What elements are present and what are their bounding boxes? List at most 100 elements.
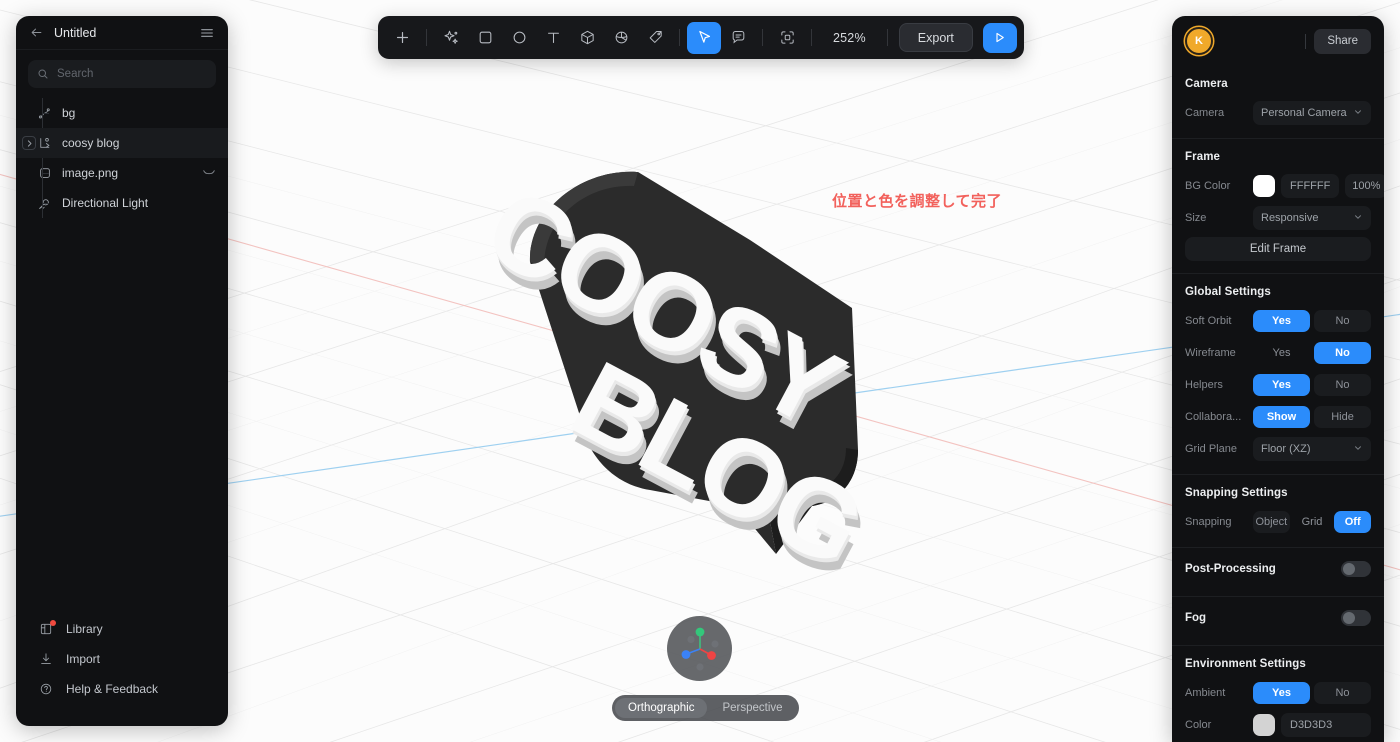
sphere-icon[interactable]	[604, 22, 638, 54]
env-color-hex-input[interactable]: D3D3D3	[1281, 713, 1371, 737]
sparkle-ai-icon[interactable]	[434, 22, 468, 54]
sidebar-footer-label: Help & Feedback	[66, 681, 159, 696]
snapping-object[interactable]: Object	[1253, 511, 1290, 533]
tree-guide-dash	[42, 203, 49, 204]
grid-plane-select[interactable]: Floor (XZ)	[1253, 437, 1371, 461]
avatar[interactable]: K	[1185, 27, 1213, 55]
curve-icon[interactable]	[202, 168, 216, 178]
layer-label: coosy blog	[62, 136, 120, 150]
wireframe-label: Wireframe	[1185, 347, 1236, 359]
projection-perspective[interactable]: Perspective	[709, 698, 795, 718]
grid-plane-label: Grid Plane	[1185, 443, 1237, 455]
hamburger-menu-icon[interactable]	[199, 25, 215, 41]
top-toolbar: 252% Export	[378, 16, 1024, 59]
layer-tree: bg coosy blog image.png Directional Ligh…	[16, 94, 228, 614]
sidebar-search-wrap: Search	[16, 50, 228, 94]
search-input[interactable]: Search	[28, 60, 216, 88]
collaborators-row: Collabora... Show Hide	[1185, 404, 1371, 430]
snapping-row: Snapping Object Grid Off	[1185, 509, 1372, 535]
logo-3d-object[interactable]: COOSY COOSY COOSY BLOG BLOG BLOG	[467, 150, 920, 602]
text-icon[interactable]	[536, 22, 570, 54]
library-icon	[38, 619, 56, 636]
left-sidebar: Untitled Search bg coosy blog image.png …	[16, 16, 228, 726]
soft-orbit-no[interactable]: No	[1314, 310, 1371, 332]
collaborators-show[interactable]: Show	[1253, 406, 1310, 428]
ambient-row: Ambient Yes No	[1185, 680, 1371, 706]
ambient-yes[interactable]: Yes	[1253, 682, 1310, 704]
collaborators-hide[interactable]: Hide	[1314, 406, 1371, 428]
env-color-swatch[interactable]	[1253, 714, 1275, 736]
grid-plane-value: Floor (XZ)	[1261, 443, 1311, 455]
comment-icon[interactable]	[721, 22, 755, 54]
layer-item-coosy-blog[interactable]: coosy blog	[16, 128, 228, 158]
post-processing-toggle[interactable]	[1341, 561, 1371, 577]
sidebar-item-help-feedback[interactable]: Help & Feedback	[16, 674, 228, 703]
chevron-right-icon[interactable]	[22, 136, 36, 150]
frame-size-select[interactable]: Responsive	[1253, 206, 1371, 230]
zoom-level[interactable]: 252%	[819, 31, 880, 45]
toolbar-divider	[426, 29, 427, 46]
gizmo-x-axis	[681, 650, 691, 659]
square-icon[interactable]	[468, 22, 502, 54]
library-badge	[50, 619, 56, 626]
header-divider	[1305, 33, 1307, 49]
snapping-grid[interactable]: Grid	[1294, 511, 1331, 533]
wireframe-yes[interactable]: Yes	[1253, 342, 1310, 364]
layer-item-directional-light[interactable]: Directional Light	[16, 188, 228, 218]
fog-toggle[interactable]	[1341, 610, 1371, 626]
import-icon	[38, 652, 54, 666]
projection-orthographic[interactable]: Orthographic	[615, 698, 708, 718]
tree-guide-dash	[42, 113, 49, 114]
layer-item-bg[interactable]: bg	[16, 98, 228, 128]
soft-orbit-label: Soft Orbit	[1185, 315, 1232, 327]
axis-gizmo-svg	[681, 627, 719, 671]
help-icon	[38, 682, 54, 696]
frame-size-row: Size Responsive	[1185, 205, 1371, 231]
axis-gizmo[interactable]	[667, 616, 732, 681]
search-placeholder: Search	[57, 68, 94, 80]
toolbar-divider-3	[762, 29, 763, 46]
sidebar-item-library[interactable]: Library	[16, 614, 228, 643]
project-title[interactable]: Untitled	[54, 26, 189, 40]
sidebar-footer: Library Import Help & Feedback	[16, 614, 228, 726]
toggle-knob	[1343, 612, 1355, 624]
snapping-off[interactable]: Off	[1334, 511, 1372, 533]
env-color-label: Color	[1185, 719, 1212, 731]
bg-color-hex-input[interactable]: FFFFFF	[1281, 174, 1340, 198]
section-title-global: Global Settings	[1185, 286, 1271, 298]
right-panel-header: K Share	[1172, 16, 1384, 66]
cursor-icon[interactable]	[687, 21, 721, 54]
divider	[1172, 273, 1384, 274]
layer-item-image-png[interactable]: image.png	[16, 158, 228, 188]
sidebar-item-import[interactable]: Import	[16, 644, 228, 673]
back-arrow-icon[interactable]	[29, 25, 44, 40]
right-panel-body: Camera Camera Personal Camera Frame BG C…	[1172, 66, 1384, 742]
bg-color-swatch[interactable]	[1253, 175, 1275, 197]
gizmo-neg-a	[687, 635, 695, 644]
bg-opacity-input[interactable]: 100%	[1345, 174, 1384, 198]
cube-icon[interactable]	[570, 22, 604, 54]
tag-icon[interactable]	[638, 22, 672, 54]
ambient-segmented: Yes No	[1253, 682, 1371, 704]
ambient-no[interactable]: No	[1314, 682, 1371, 704]
focus-frame-icon[interactable]	[770, 22, 804, 54]
circle-icon[interactable]	[502, 22, 536, 54]
fog-row: Fog	[1185, 603, 1371, 633]
soft-orbit-yes[interactable]: Yes	[1253, 310, 1310, 332]
edit-frame-button[interactable]: Edit Frame	[1185, 237, 1371, 261]
camera-select[interactable]: Personal Camera	[1253, 101, 1371, 125]
play-button[interactable]	[982, 22, 1017, 53]
wireframe-no[interactable]: No	[1314, 342, 1371, 364]
gizmo-neg-b	[711, 640, 719, 648]
toggle-knob	[1343, 563, 1355, 575]
share-button[interactable]: Share	[1314, 28, 1371, 54]
export-button[interactable]: Export	[898, 23, 973, 52]
divider	[1172, 645, 1384, 646]
bg-color-row: BG Color FFFFFF 100%	[1185, 173, 1384, 199]
add-icon[interactable]	[385, 22, 419, 54]
helpers-yes[interactable]: Yes	[1253, 374, 1310, 396]
section-environment: Environment Settings Ambient Yes No Colo…	[1172, 658, 1384, 738]
helpers-no[interactable]: No	[1314, 374, 1371, 396]
snapping-segmented: Object Grid Off	[1253, 511, 1372, 533]
wireframe-row: Wireframe Yes No	[1185, 340, 1371, 366]
